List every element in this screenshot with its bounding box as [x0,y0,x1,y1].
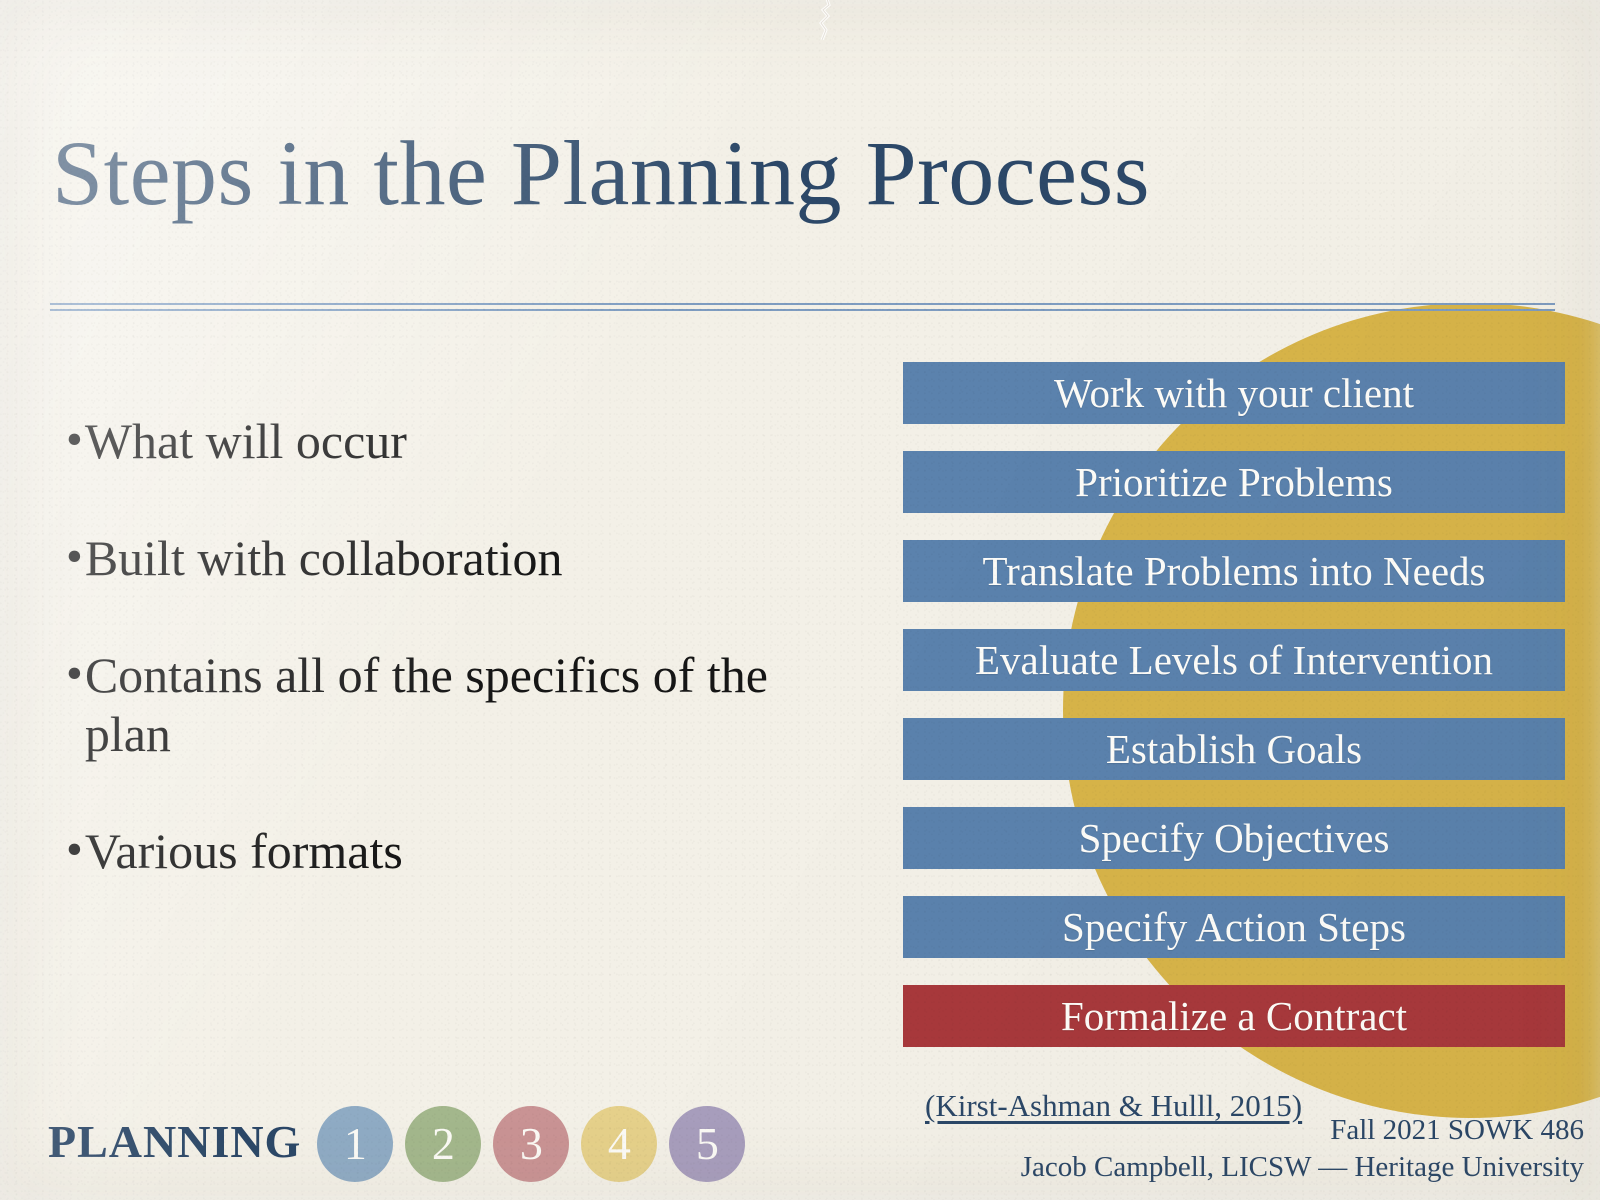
paper-crease-artifact [819,0,831,40]
planning-step-label: Specify Action Steps [1062,903,1406,950]
list-item: • Built with collaboration [66,529,866,588]
bullet-text: Various formats [84,823,403,879]
slide-canvas: Steps in the Planning Process • What will… [0,0,1600,1200]
planning-step-label: Specify Objectives [1078,814,1390,861]
planning-step-bar: Specify Action Steps [903,896,1565,958]
planning-steps-list: Work with your client Prioritize Problems… [903,362,1565,1047]
planning-step-bar: Specify Objectives [903,807,1565,869]
footer-step-number: 5 [695,1118,719,1169]
planning-step-label: Evaluate Levels of Intervention [975,636,1493,683]
planning-step-label: Formalize a Contract [1060,992,1408,1039]
footer-step-circle-5[interactable]: 5 [669,1106,746,1182]
course-info: Fall 2021 SOWK 486 Jacob Campbell, LICSW… [1021,1112,1584,1186]
planning-step-label: Prioritize Problems [1075,458,1393,505]
course-term-label: Fall 2021 SOWK 486 [1330,1113,1584,1146]
footer-step-circle-4[interactable]: 4 [581,1106,658,1182]
planning-step-label: Establish Goals [1105,725,1363,772]
footer-step-circles: 1 2 3 4 5 [317,1106,746,1182]
planning-step-label: Work with your client [1054,369,1414,416]
planning-step-label: Translate Problems into Needs [982,547,1486,594]
planning-step-bar: Formalize a Contract [903,985,1565,1047]
list-item: • Various formats [66,822,866,881]
bullet-point-icon: • [66,413,83,466]
footer-step-number: 2 [431,1118,455,1169]
footer-section-label: PLANNING [48,1116,302,1167]
list-item: • Contains all of the specifics of the pl… [66,646,866,764]
bullet-text: Built with collaboration [84,530,563,586]
planning-step-bar: Establish Goals [903,718,1565,780]
bullet-list: • What will occur • Built with collaboratio… [66,412,866,939]
footer-step-circle-3[interactable]: 3 [493,1106,570,1182]
footer-step-number: 1 [343,1118,367,1169]
bullet-text: What will occur [84,413,407,469]
divider-line-bottom [50,309,1555,311]
list-item: • What will occur [66,412,866,471]
footer-section-indicator: PLANNING 1 2 3 4 5 [48,1106,746,1182]
footer-step-circle-1[interactable]: 1 [317,1106,394,1182]
footer-step-circle-2[interactable]: 2 [405,1106,482,1182]
title-divider [50,303,1555,311]
divider-line-top [50,303,1555,305]
planning-step-bar: Translate Problems into Needs [903,540,1565,602]
bullet-text: Contains all of the specifics of the pla… [84,647,768,762]
planning-step-bar: Prioritize Problems [903,451,1565,513]
footer-step-number: 3 [519,1118,543,1169]
planning-step-bar: Work with your client [903,362,1565,424]
planning-step-bar: Evaluate Levels of Intervention [903,629,1565,691]
bullet-point-icon: • [66,647,83,700]
bullet-point-icon: • [66,823,83,876]
bullet-point-icon: • [66,530,83,583]
presenter-label: Jacob Campbell, LICSW — Heritage Univers… [1020,1150,1584,1183]
footer-step-number: 4 [607,1118,631,1169]
page-title: Steps in the Planning Process [52,122,1151,224]
